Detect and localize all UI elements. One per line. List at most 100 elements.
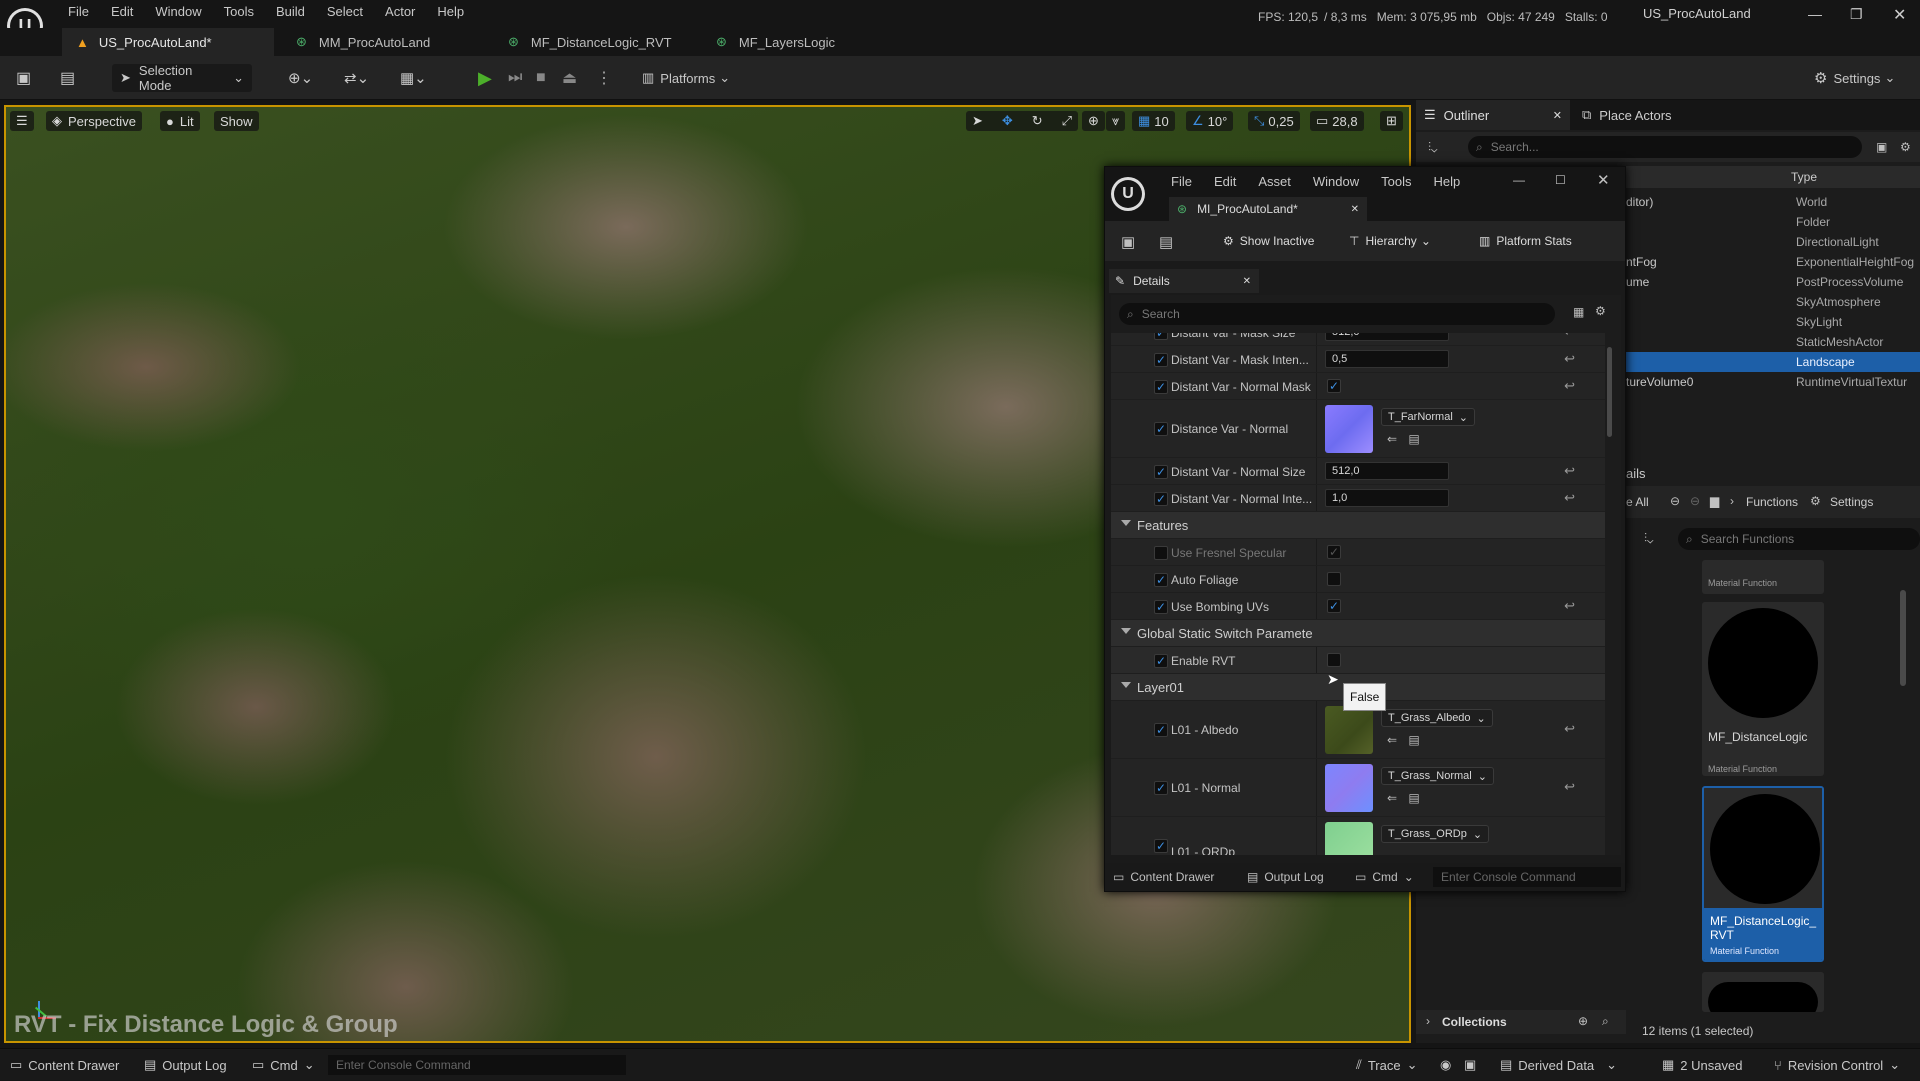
angle-snap-button[interactable]: ∠ 10° bbox=[1186, 111, 1234, 131]
menu-edit[interactable]: Edit bbox=[111, 4, 133, 19]
mi-output-log-button[interactable]: ▤ Output Log bbox=[1247, 863, 1324, 891]
browse-icon[interactable]: ▤ bbox=[60, 64, 75, 92]
texture-dropdown[interactable]: T_FarNormal ⌄ bbox=[1381, 408, 1476, 426]
tab-material-function-rvt[interactable]: ⊛ MF_DistanceLogic_RVT bbox=[494, 28, 700, 56]
console-input[interactable]: Enter Console Command bbox=[328, 1055, 626, 1075]
blueprint-icon[interactable]: ⇄⌄ bbox=[344, 64, 369, 92]
scale-icon[interactable]: ⤢ bbox=[1062, 113, 1072, 129]
tab-level[interactable]: ▲ US_ProcAutoLand* bbox=[62, 28, 274, 56]
history-forward-icon[interactable]: ⊖ bbox=[1690, 494, 1700, 508]
use-selected-icon[interactable]: ⇐ bbox=[1387, 791, 1397, 805]
add-collection-icon[interactable]: ⊕ bbox=[1578, 1014, 1588, 1028]
scale-snap-button[interactable]: ⤡ 0,25 bbox=[1248, 111, 1300, 131]
output-log-button[interactable]: ▤ Output Log bbox=[144, 1049, 227, 1081]
mi-cmd-dropdown[interactable]: ▭ Cmd ⌄ bbox=[1355, 863, 1414, 891]
content-tile-partial[interactable]: Material Function bbox=[1702, 560, 1824, 594]
menu-tools[interactable]: Tools bbox=[224, 4, 254, 19]
outliner-row[interactable]: tureVolume0 RuntimeVirtualTextur bbox=[1626, 372, 1920, 392]
perspective-button[interactable]: ◈ Perspective bbox=[46, 111, 142, 131]
trace-dropdown[interactable]: ⫽ Trace ⌄ bbox=[1356, 1049, 1417, 1081]
content-tile-mf-distancelogic-rvt[interactable]: MF_DistanceLogic_RVT Material Function bbox=[1702, 786, 1824, 962]
reset-arrow-icon[interactable]: ↩ bbox=[1564, 378, 1575, 394]
all-label[interactable]: e All bbox=[1626, 495, 1649, 509]
transform-tools[interactable]: ➤ ✥ ↻ ⤢ bbox=[966, 111, 1078, 131]
menu-actor[interactable]: Actor bbox=[385, 4, 415, 19]
platform-stats-button[interactable]: ▥ Platform Stats bbox=[1479, 231, 1572, 251]
chevron-right-icon[interactable]: › bbox=[1426, 1014, 1430, 1028]
browse-asset-icon[interactable]: ▤ bbox=[1408, 733, 1419, 747]
lit-button[interactable]: ● Lit bbox=[160, 111, 200, 131]
mi-maximize-button[interactable]: ☐ bbox=[1555, 173, 1566, 187]
details-tab[interactable]: ✎ Details ✕ bbox=[1109, 269, 1259, 293]
selection-mode-dropdown[interactable]: ➤ Selection Mode ⌄ bbox=[112, 63, 252, 93]
stop-icon[interactable]: ■ bbox=[536, 64, 546, 92]
override-checkbox[interactable]: ✓ bbox=[1154, 353, 1168, 367]
tab-outliner[interactable]: ☰ Outliner ✕ bbox=[1416, 100, 1570, 130]
breadcrumb-functions[interactable]: Functions bbox=[1746, 495, 1798, 509]
texture-thumbnail[interactable] bbox=[1325, 764, 1373, 812]
cinematics-icon[interactable]: ▦⌄ bbox=[400, 64, 427, 92]
outliner-row[interactable]: ditor) World bbox=[1626, 192, 1920, 212]
texture-dropdown[interactable]: T_Grass_Albedo ⌄ bbox=[1381, 709, 1493, 727]
camera-speed-button[interactable]: ▭ 28,8 bbox=[1310, 111, 1364, 131]
override-checkbox[interactable] bbox=[1154, 546, 1168, 560]
add-folder-icon[interactable]: ▣ bbox=[1876, 140, 1887, 154]
table-view-icon[interactable]: ▦ bbox=[1573, 305, 1584, 319]
content-search-input[interactable]: ⌕ Search Functions bbox=[1678, 528, 1920, 550]
outliner-row[interactable]: SkyAtmosphere bbox=[1626, 292, 1920, 312]
content-settings-label[interactable]: Settings bbox=[1830, 495, 1873, 509]
mi-menu-window[interactable]: Window bbox=[1313, 174, 1359, 189]
surface-snap-icon[interactable]: ⩔ bbox=[1106, 111, 1126, 131]
show-inactive-button[interactable]: ⚙ Show Inactive bbox=[1223, 231, 1314, 251]
derived-data-dropdown[interactable]: ▤ Derived Data ⌄ bbox=[1500, 1049, 1617, 1081]
gear-icon[interactable]: ⚙ bbox=[1595, 304, 1606, 318]
override-checkbox[interactable]: ✓ bbox=[1154, 422, 1168, 436]
override-checkbox[interactable]: ✓ bbox=[1154, 600, 1168, 614]
rotate-icon[interactable]: ↻ bbox=[1032, 113, 1043, 129]
minimize-button[interactable]: — bbox=[1808, 6, 1822, 22]
reset-arrow-icon[interactable]: ↩ bbox=[1564, 490, 1575, 506]
menu-select[interactable]: Select bbox=[327, 4, 363, 19]
texture-thumbnail[interactable] bbox=[1325, 405, 1373, 453]
category-global-static-switch[interactable]: Global Static Switch Paramete bbox=[1111, 620, 1605, 647]
close-icon[interactable]: ✕ bbox=[1553, 109, 1562, 122]
reset-arrow-icon[interactable]: ↩ bbox=[1564, 333, 1575, 340]
show-button[interactable]: Show bbox=[214, 111, 259, 131]
property-value-field[interactable]: 1,0 bbox=[1325, 489, 1449, 507]
reset-arrow-icon[interactable]: ↩ bbox=[1564, 721, 1575, 737]
browse-icon[interactable]: ▤ bbox=[1159, 233, 1173, 251]
folder-icon[interactable]: ▆ bbox=[1710, 494, 1719, 508]
texture-dropdown[interactable]: T_Grass_Normal ⌄ bbox=[1381, 767, 1494, 785]
gear-icon[interactable]: ⚙ bbox=[1810, 494, 1821, 508]
override-checkbox[interactable]: ✓ bbox=[1154, 333, 1168, 340]
use-selected-icon[interactable]: ⇐ bbox=[1387, 432, 1397, 446]
menu-window[interactable]: Window bbox=[155, 4, 201, 19]
more-options-icon[interactable]: ⋮ bbox=[596, 64, 612, 92]
unsaved-button[interactable]: ▦ 2 Unsaved bbox=[1662, 1049, 1742, 1081]
cmd-dropdown[interactable]: ▭ Cmd ⌄ bbox=[252, 1049, 315, 1081]
menu-help[interactable]: Help bbox=[437, 4, 464, 19]
content-drawer-button[interactable]: ▭ Content Drawer bbox=[10, 1049, 119, 1081]
screenshot-icon[interactable]: ▣ bbox=[1464, 1049, 1476, 1081]
content-tile-next[interactable] bbox=[1702, 972, 1824, 1012]
property-value-field[interactable]: 0,5 bbox=[1325, 350, 1449, 368]
tab-material-function-layers[interactable]: ⊛ MF_LayersLogic bbox=[702, 28, 908, 56]
viewport-menu-icon[interactable]: ☰ bbox=[10, 111, 34, 131]
mi-tab[interactable]: ⊛ MI_ProcAutoLand* ✕ bbox=[1169, 197, 1367, 221]
override-checkbox[interactable]: ✓ bbox=[1154, 839, 1168, 853]
filter-icon[interactable]: ⫶⌄ bbox=[1644, 531, 1653, 546]
outliner-row[interactable]: Landscape bbox=[1626, 352, 1920, 372]
mi-console-input[interactable]: Enter Console Command bbox=[1433, 867, 1621, 887]
tab-material[interactable]: ⊛ MM_ProcAutoLand bbox=[282, 28, 488, 56]
outliner-search-input[interactable]: ⌕ Search... bbox=[1468, 136, 1862, 158]
col-type-header[interactable]: Type bbox=[1791, 170, 1817, 184]
tab-place-actors[interactable]: ⧉ Place Actors bbox=[1582, 100, 1672, 130]
use-selected-icon[interactable]: ⇐ bbox=[1387, 733, 1397, 747]
property-value-field[interactable]: 512,0 bbox=[1325, 462, 1449, 480]
mi-menu-help[interactable]: Help bbox=[1433, 174, 1460, 189]
override-checkbox[interactable]: ✓ bbox=[1154, 380, 1168, 394]
menu-file[interactable]: File bbox=[68, 4, 89, 19]
reset-arrow-icon[interactable]: ↩ bbox=[1564, 779, 1575, 795]
outliner-row[interactable]: StaticMeshActor bbox=[1626, 332, 1920, 352]
texture-thumbnail[interactable] bbox=[1325, 706, 1373, 754]
